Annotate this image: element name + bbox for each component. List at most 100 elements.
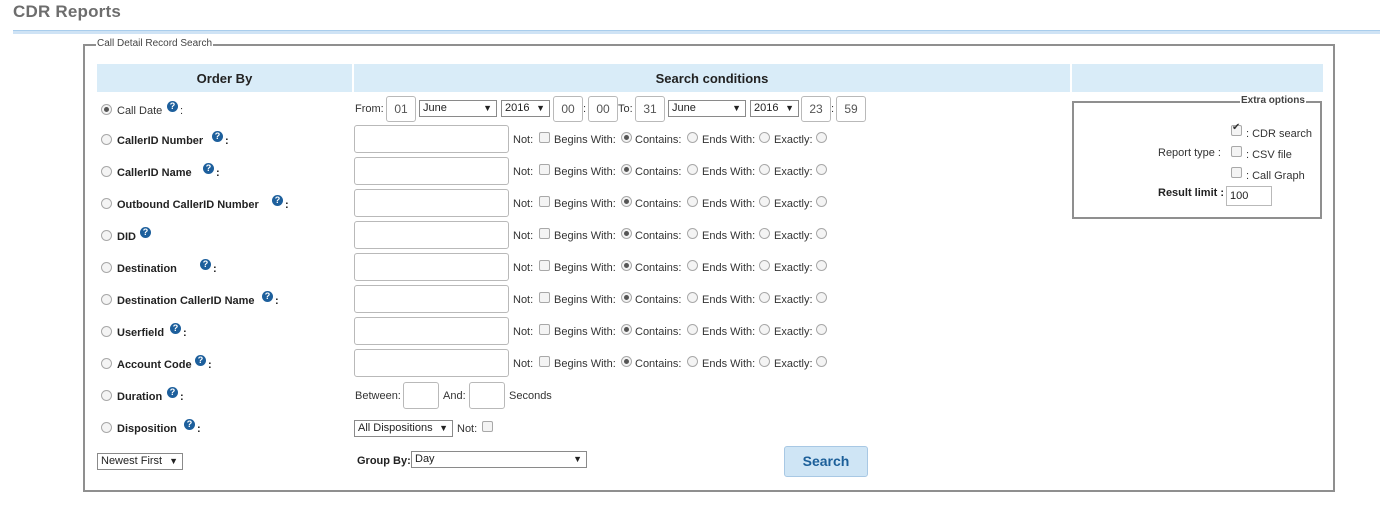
filter-input[interactable] xyxy=(354,221,509,249)
contains-radio[interactable] xyxy=(687,260,698,271)
order-by-radio[interactable] xyxy=(101,230,112,241)
to-month-select[interactable]: June ▼ xyxy=(668,100,746,117)
begins-with-radio[interactable] xyxy=(621,196,632,207)
help-icon[interactable]: ? xyxy=(212,131,223,142)
from-minute-input[interactable]: 00 xyxy=(588,96,618,122)
duration-max-input[interactable] xyxy=(469,382,505,409)
group-by-select[interactable]: Day ▼ xyxy=(411,451,587,468)
exactly-radio[interactable] xyxy=(816,324,827,335)
order-by-radio[interactable] xyxy=(101,422,112,433)
to-hour-input[interactable]: 23 xyxy=(801,96,831,122)
not-checkbox[interactable] xyxy=(539,260,550,271)
order-by-radio[interactable] xyxy=(101,358,112,369)
order-by-radio[interactable] xyxy=(101,262,112,273)
dropdown-arrow-icon: ▼ xyxy=(483,103,492,113)
result-limit-input[interactable]: 100 xyxy=(1226,186,1272,206)
order-by-radio[interactable] xyxy=(101,198,112,209)
contains-radio[interactable] xyxy=(687,356,698,367)
filter-input[interactable] xyxy=(354,125,509,153)
filter-input[interactable] xyxy=(354,285,509,313)
exactly-radio[interactable] xyxy=(816,196,827,207)
begins-with-radio[interactable] xyxy=(621,228,632,239)
to-day-input[interactable]: 31 xyxy=(635,96,665,122)
help-icon[interactable]: ? xyxy=(170,323,181,334)
ends-with-radio[interactable] xyxy=(759,260,770,271)
call-graph-checkbox[interactable] xyxy=(1231,167,1242,178)
ends-with-radio[interactable] xyxy=(759,164,770,175)
filter-input[interactable] xyxy=(354,253,509,281)
begins-with-radio[interactable] xyxy=(621,164,632,175)
help-icon[interactable]: ? xyxy=(167,387,178,398)
order-by-label: Userfield xyxy=(117,327,165,339)
ends-with-radio[interactable] xyxy=(759,292,770,303)
ends-with-radio[interactable] xyxy=(759,324,770,335)
order-by-radio[interactable] xyxy=(101,104,112,115)
from-hour-input[interactable]: 00 xyxy=(553,96,583,122)
contains-radio[interactable] xyxy=(687,228,698,239)
ends-with-label: Ends With: xyxy=(702,326,756,338)
cdr-search-checkbox[interactable] xyxy=(1231,122,1242,136)
not-checkbox[interactable] xyxy=(539,132,550,143)
ends-with-radio[interactable] xyxy=(759,132,770,143)
extra-options-legend: Extra options xyxy=(1240,95,1306,106)
begins-with-radio[interactable] xyxy=(621,132,632,143)
disposition-not-checkbox[interactable] xyxy=(482,421,493,432)
not-checkbox[interactable] xyxy=(539,292,550,303)
duration-min-input[interactable] xyxy=(403,382,439,409)
help-icon[interactable]: ? xyxy=(200,259,211,270)
order-by-label: Call Date xyxy=(117,105,163,117)
not-checkbox[interactable] xyxy=(539,196,550,207)
filter-input[interactable] xyxy=(354,189,509,217)
filter-input[interactable] xyxy=(354,317,509,345)
contains-radio[interactable] xyxy=(687,196,698,207)
ends-with-radio[interactable] xyxy=(759,228,770,239)
filter-input[interactable] xyxy=(354,157,509,185)
order-by-radio[interactable] xyxy=(101,326,112,337)
order-direction-select[interactable]: Newest First ▼ xyxy=(97,453,183,470)
begins-with-radio[interactable] xyxy=(621,324,632,335)
exactly-radio[interactable] xyxy=(816,132,827,143)
help-icon[interactable]: ? xyxy=(203,163,214,174)
help-icon[interactable]: ? xyxy=(272,195,283,206)
contains-radio[interactable] xyxy=(687,292,698,303)
help-icon[interactable]: ? xyxy=(140,227,151,238)
ends-with-radio[interactable] xyxy=(759,196,770,207)
filter-input[interactable] xyxy=(354,349,509,377)
order-by-radio[interactable] xyxy=(101,134,112,145)
to-minute-input[interactable]: 59 xyxy=(836,96,866,122)
csv-file-checkbox[interactable] xyxy=(1231,146,1242,157)
not-checkbox[interactable] xyxy=(539,356,550,367)
exactly-radio[interactable] xyxy=(816,292,827,303)
order-by-radio[interactable] xyxy=(101,294,112,305)
contains-radio[interactable] xyxy=(687,132,698,143)
disposition-select[interactable]: All Dispositions ▼ xyxy=(354,420,453,437)
group-by-label: Group By: xyxy=(357,455,411,467)
begins-with-radio[interactable] xyxy=(621,260,632,271)
help-icon[interactable]: ? xyxy=(167,101,178,112)
not-label: Not: xyxy=(513,134,534,146)
begins-with-radio[interactable] xyxy=(621,356,632,367)
help-icon[interactable]: ? xyxy=(195,355,206,366)
help-icon[interactable]: ? xyxy=(184,419,195,430)
contains-radio[interactable] xyxy=(687,164,698,175)
exactly-radio[interactable] xyxy=(816,164,827,175)
exactly-radio[interactable] xyxy=(816,356,827,367)
not-checkbox[interactable] xyxy=(539,324,550,335)
help-icon[interactable]: ? xyxy=(262,291,273,302)
search-button[interactable]: Search xyxy=(784,446,868,477)
exactly-radio[interactable] xyxy=(816,260,827,271)
order-by-radio[interactable] xyxy=(101,166,112,177)
contains-radio[interactable] xyxy=(687,324,698,335)
order-by-radio[interactable] xyxy=(101,390,112,401)
not-checkbox[interactable] xyxy=(539,228,550,239)
from-year-select[interactable]: 2016 ▼ xyxy=(501,100,550,117)
ends-with-radio[interactable] xyxy=(759,356,770,367)
to-year-select[interactable]: 2016 ▼ xyxy=(750,100,799,117)
order-by-label: Disposition xyxy=(117,423,177,435)
begins-with-radio[interactable] xyxy=(621,292,632,303)
not-checkbox[interactable] xyxy=(539,164,550,175)
from-month-select[interactable]: June ▼ xyxy=(419,100,497,117)
not-label: Not: xyxy=(513,294,534,306)
exactly-radio[interactable] xyxy=(816,228,827,239)
from-day-input[interactable]: 01 xyxy=(386,96,416,122)
